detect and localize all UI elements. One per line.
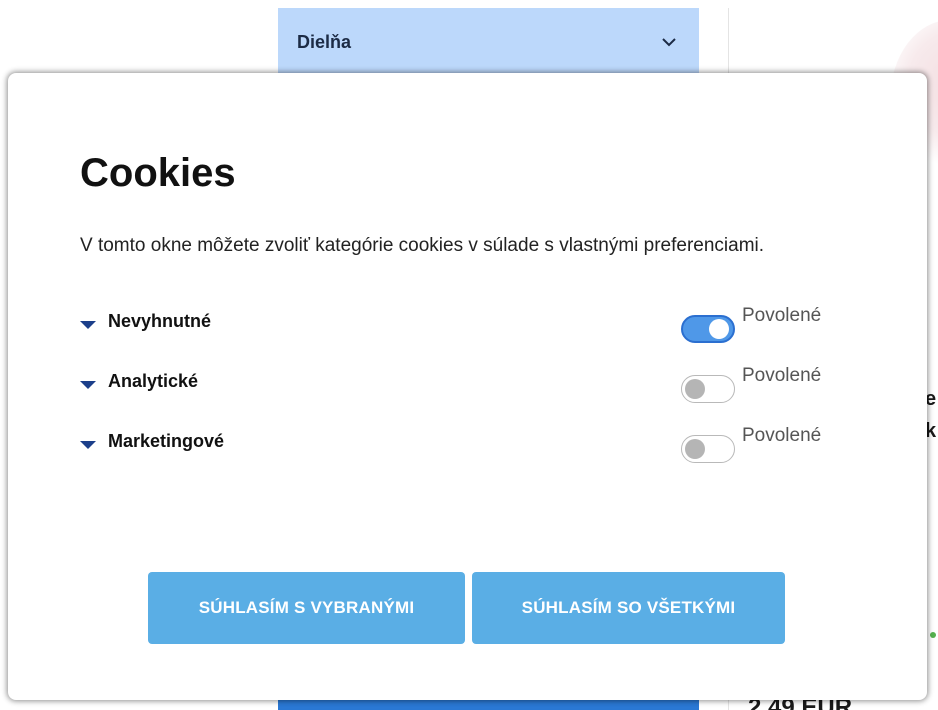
marketing-toggle[interactable] bbox=[681, 435, 735, 463]
page: Dielňa e k 2,49 EUR Cookies V tomto okne… bbox=[0, 0, 938, 710]
cookie-category-necessary: Nevyhnutné Povolené bbox=[80, 305, 870, 347]
toggle-knob bbox=[685, 379, 705, 399]
dialog-title: Cookies bbox=[80, 151, 236, 195]
accept-selected-button[interactable]: SÚHLASÍM S VYBRANÝMI bbox=[148, 572, 465, 644]
category-label[interactable]: Analytické bbox=[108, 371, 198, 392]
toggle-status-label: Povolené bbox=[742, 305, 822, 326]
cookie-consent-dialog: Cookies V tomto okne môžete zvoliť kateg… bbox=[8, 73, 927, 700]
toggle-knob bbox=[685, 439, 705, 459]
dialog-description: V tomto okne môžete zvoliť kategórie coo… bbox=[80, 235, 765, 256]
category-label[interactable]: Marketingové bbox=[108, 431, 224, 452]
toggle-knob bbox=[709, 319, 729, 339]
availability-dot bbox=[930, 632, 936, 638]
category-dropdown[interactable]: Dielňa bbox=[278, 8, 699, 80]
analytics-toggle[interactable] bbox=[681, 375, 735, 403]
caret-down-icon[interactable] bbox=[80, 441, 96, 449]
toggle-status-label: Povolené bbox=[742, 425, 822, 446]
cookie-category-analytics: Analytické Povolené bbox=[80, 365, 870, 407]
dropdown-label: Dielňa bbox=[297, 32, 352, 52]
cookie-category-marketing: Marketingové Povolené bbox=[80, 425, 870, 467]
necessary-toggle[interactable] bbox=[681, 315, 735, 343]
accept-all-button[interactable]: SÚHLASÍM SO VŠETKÝMI bbox=[472, 572, 785, 644]
chevron-down-icon bbox=[662, 38, 676, 47]
category-label[interactable]: Nevyhnutné bbox=[108, 311, 211, 332]
caret-down-icon[interactable] bbox=[80, 321, 96, 329]
toggle-status-label: Povolené bbox=[742, 365, 822, 386]
caret-down-icon[interactable] bbox=[80, 381, 96, 389]
